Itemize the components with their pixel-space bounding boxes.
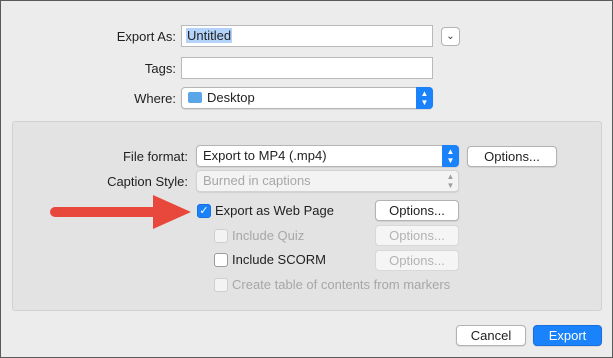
cancel-button[interactable]: Cancel bbox=[456, 325, 526, 346]
file-format-label: File format: bbox=[122, 149, 188, 164]
annotation-arrow-icon bbox=[50, 195, 191, 229]
checkmark-icon: ✓ bbox=[199, 205, 209, 217]
file-format-popup[interactable]: Export to MP4 (.mp4) ▲ ▼ bbox=[196, 145, 459, 167]
toc-checkbox[interactable] bbox=[214, 278, 228, 292]
include-quiz-label: Include Quiz bbox=[232, 228, 305, 243]
popup-arrows-icon: ▲ ▼ bbox=[416, 87, 433, 109]
export-dialog: Export As: Untitled ⌄ Tags: Where: Deskt… bbox=[0, 0, 613, 358]
file-format-value: Export to MP4 (.mp4) bbox=[203, 148, 327, 163]
tags-input[interactable] bbox=[181, 57, 433, 79]
export-web-page-checkbox[interactable]: ✓ bbox=[197, 204, 211, 218]
export-button[interactable]: Export bbox=[533, 325, 602, 346]
export-as-label: Export As: bbox=[116, 29, 176, 44]
where-value: Desktop bbox=[207, 90, 255, 105]
caption-style-label: Caption Style: bbox=[107, 174, 188, 189]
caption-style-value: Burned in captions bbox=[203, 173, 311, 188]
export-web-page-label: Export as Web Page bbox=[215, 203, 334, 218]
export-as-input[interactable]: Untitled bbox=[181, 25, 433, 47]
include-quiz-checkbox[interactable] bbox=[214, 229, 228, 243]
web-page-options-button[interactable]: Options... bbox=[375, 200, 459, 221]
folder-icon bbox=[188, 92, 202, 103]
caption-style-popup[interactable]: Burned in captions ▲ ▼ bbox=[196, 170, 459, 192]
file-format-options-button[interactable]: Options... bbox=[467, 146, 557, 167]
export-as-value: Untitled bbox=[186, 28, 233, 43]
chevron-down-icon: ⌄ bbox=[446, 31, 455, 42]
quiz-options-button[interactable]: Options... bbox=[375, 225, 459, 246]
where-label: Where: bbox=[134, 91, 176, 106]
tags-label: Tags: bbox=[144, 61, 176, 76]
toc-label: Create table of contents from markers bbox=[232, 277, 451, 292]
include-scorm-label: Include SCORM bbox=[232, 252, 326, 267]
expand-disclosure-button[interactable]: ⌄ bbox=[441, 27, 460, 46]
where-popup[interactable]: Desktop ▲ ▼ bbox=[181, 87, 433, 109]
popup-arrows-icon: ▲ ▼ bbox=[442, 145, 459, 167]
include-scorm-checkbox[interactable] bbox=[214, 253, 228, 267]
scorm-options-button[interactable]: Options... bbox=[375, 250, 459, 271]
popup-arrows-icon: ▲ ▼ bbox=[446, 172, 455, 190]
